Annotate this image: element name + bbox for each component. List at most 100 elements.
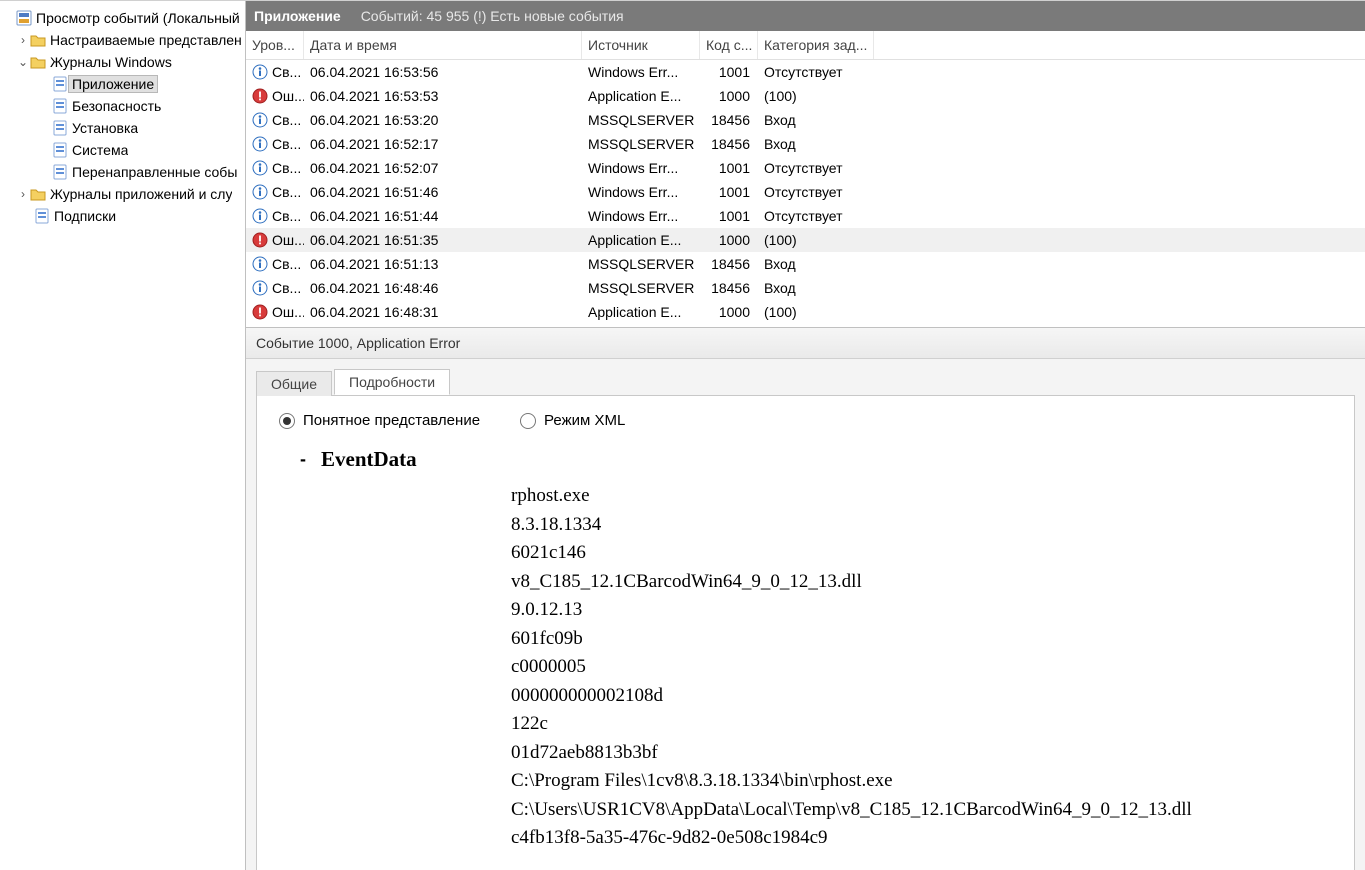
level-text: Ош... <box>272 304 304 320</box>
cell-date: 06.04.2021 16:51:35 <box>304 232 582 248</box>
tree-windows-logs[interactable]: ⌄ Журналы Windows <box>0 51 245 73</box>
log-icon <box>52 76 68 92</box>
chevron-down-icon[interactable]: ⌄ <box>16 55 30 69</box>
cell-date: 06.04.2021 16:53:53 <box>304 88 582 104</box>
col-category[interactable]: Категория зад... <box>758 31 874 59</box>
radio-icon <box>520 413 536 429</box>
cell-code: 1001 <box>700 208 758 224</box>
cell-code: 18456 <box>700 136 758 152</box>
eventdata-line: C:\Program Files\1cv8\8.3.18.1334\bin\rp… <box>511 767 1334 796</box>
tree-label: Установка <box>72 120 138 136</box>
event-table[interactable]: Уров... Дата и время Источник Код с... К… <box>246 31 1365 328</box>
cell-date: 06.04.2021 16:52:17 <box>304 136 582 152</box>
cell-source: MSSQLSERVER <box>582 136 700 152</box>
eventdata-line: 601fc09b <box>511 625 1334 654</box>
eventdata-line: C:\Users\USR1CV8\AppData\Local\Temp\v8_C… <box>511 796 1334 825</box>
cell-category: Вход <box>758 256 874 272</box>
table-row[interactable]: Ош...06.04.2021 16:53:53Application E...… <box>246 84 1365 108</box>
log-icon <box>52 164 68 180</box>
level-text: Св... <box>272 112 301 128</box>
level-text: Св... <box>272 184 301 200</box>
level-text: Ош... <box>272 88 304 104</box>
cell-category: (100) <box>758 88 874 104</box>
radio-label: Понятное представление <box>303 412 480 429</box>
cell-date: 06.04.2021 16:51:46 <box>304 184 582 200</box>
tree-label: Приложение <box>68 75 158 93</box>
event-table-header[interactable]: Уров... Дата и время Источник Код с... К… <box>246 31 1365 60</box>
col-source[interactable]: Источник <box>582 31 700 59</box>
tree-label: Подписки <box>54 208 116 224</box>
cell-category: Отсутствует <box>758 64 874 80</box>
view-mode-radios: Понятное представление Режим XML <box>277 412 1334 429</box>
content-stats: Событий: 45 955 (!) Есть новые события <box>361 8 624 24</box>
table-row[interactable]: Св...06.04.2021 16:51:44Windows Err...10… <box>246 204 1365 228</box>
tree-log-setup[interactable]: Установка <box>0 117 245 139</box>
col-date[interactable]: Дата и время <box>304 31 582 59</box>
col-code[interactable]: Код с... <box>700 31 758 59</box>
eventdata-values: rphost.exe8.3.18.13346021c146v8_C185_12.… <box>297 482 1334 853</box>
tree-subscriptions[interactable]: Подписки <box>0 205 245 227</box>
info-icon <box>252 64 268 80</box>
level-text: Ош... <box>272 232 304 248</box>
info-icon <box>252 208 268 224</box>
cell-source: Application E... <box>582 304 700 320</box>
eventdata-line: 122c <box>511 710 1334 739</box>
error-icon <box>252 232 268 248</box>
cell-code: 18456 <box>700 112 758 128</box>
info-icon <box>252 160 268 176</box>
tree-label: Журналы приложений и слу <box>50 186 232 202</box>
tree-log-application[interactable]: Приложение <box>0 73 245 95</box>
eventdata-toggle[interactable]: - EventData <box>297 447 1334 472</box>
level-text: Св... <box>272 256 301 272</box>
tab-general[interactable]: Общие <box>256 371 332 396</box>
level-text: Св... <box>272 64 301 80</box>
detail-tabs: Общие Подробности <box>256 367 1355 395</box>
tree-root[interactable]: ▾ Просмотр событий (Локальный <box>0 7 245 29</box>
table-row[interactable]: Св...06.04.2021 16:48:46MSSQLSERVER18456… <box>246 276 1365 300</box>
tree-app-service-logs[interactable]: › Журналы приложений и слу <box>0 183 245 205</box>
navigation-tree[interactable]: ▾ Просмотр событий (Локальный › Настраив… <box>0 1 246 870</box>
radio-label: Режим XML <box>544 412 625 429</box>
eventdata-line: c4fb13f8-5a35-476c-9d82-0e508c1984c9 <box>511 824 1334 853</box>
tree-label: Просмотр событий (Локальный <box>36 10 240 26</box>
table-row[interactable]: Св...06.04.2021 16:53:56Windows Err...10… <box>246 60 1365 84</box>
level-text: Св... <box>272 160 301 176</box>
cell-source: Windows Err... <box>582 160 700 176</box>
event-detail-pane: Событие 1000, Application Error Общие По… <box>246 328 1365 870</box>
table-row[interactable]: Св...06.04.2021 16:52:07Windows Err...10… <box>246 156 1365 180</box>
col-level[interactable]: Уров... <box>246 31 304 59</box>
table-row[interactable]: Ош...06.04.2021 16:48:31Application E...… <box>246 300 1365 324</box>
tree-log-security[interactable]: Безопасность <box>0 95 245 117</box>
table-row[interactable]: Св...06.04.2021 16:52:17MSSQLSERVER18456… <box>246 132 1365 156</box>
cell-category: Вход <box>758 280 874 296</box>
info-icon <box>252 256 268 272</box>
tree-label: Перенаправленные собы <box>72 164 237 180</box>
chevron-right-icon[interactable]: › <box>16 33 30 47</box>
cell-source: Windows Err... <box>582 64 700 80</box>
cell-date: 06.04.2021 16:48:46 <box>304 280 582 296</box>
chevron-right-icon[interactable]: › <box>16 187 30 201</box>
tree-label: Настраиваемые представлен <box>50 32 242 48</box>
table-row[interactable]: Ош...06.04.2021 16:51:35Application E...… <box>246 228 1365 252</box>
radio-friendly-view[interactable]: Понятное представление <box>279 412 480 429</box>
table-row[interactable]: Св...06.04.2021 16:51:13MSSQLSERVER18456… <box>246 252 1365 276</box>
eventdata-line: 01d72aeb8813b3bf <box>511 739 1334 768</box>
cell-code: 1000 <box>700 232 758 248</box>
tree-log-forwarded[interactable]: Перенаправленные собы <box>0 161 245 183</box>
tab-details[interactable]: Подробности <box>334 369 450 395</box>
table-row[interactable]: Св...06.04.2021 16:53:20MSSQLSERVER18456… <box>246 108 1365 132</box>
table-row[interactable]: Св...06.04.2021 16:51:46Windows Err...10… <box>246 180 1365 204</box>
info-icon <box>252 112 268 128</box>
level-text: Св... <box>272 136 301 152</box>
eventdata-line: 6021c146 <box>511 539 1334 568</box>
eventdata-heading: EventData <box>321 447 417 472</box>
radio-xml-view[interactable]: Режим XML <box>520 412 625 429</box>
cell-category: Вход <box>758 136 874 152</box>
tree-log-system[interactable]: Система <box>0 139 245 161</box>
cell-source: MSSQLSERVER <box>582 280 700 296</box>
log-icon <box>52 98 68 114</box>
tree-custom-views[interactable]: › Настраиваемые представлен <box>0 29 245 51</box>
cell-code: 1000 <box>700 88 758 104</box>
eventviewer-icon <box>16 10 32 26</box>
level-text: Св... <box>272 208 301 224</box>
